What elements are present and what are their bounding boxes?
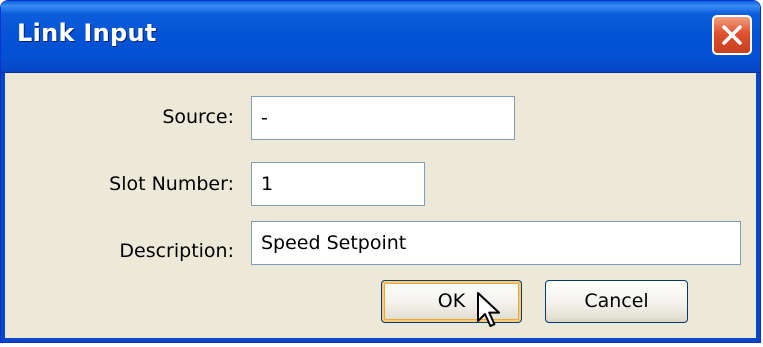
mouse-pointer-icon — [477, 292, 500, 327]
cancel-button[interactable]: Cancel — [545, 280, 688, 323]
slot-number-input[interactable] — [251, 162, 425, 206]
close-button[interactable] — [712, 15, 752, 55]
slot-number-label: Slot Number: — [109, 173, 234, 195]
description-input[interactable] — [251, 221, 741, 265]
title-bar[interactable]: Link Input — [1, 1, 760, 73]
source-input[interactable] — [251, 96, 515, 140]
dialog-title: Link Input — [17, 19, 157, 47]
description-label: Description: — [119, 240, 234, 262]
source-label: Source: — [162, 106, 234, 128]
close-icon — [722, 25, 742, 45]
dialog-body: Source: Slot Number: Description: OK Can… — [1, 73, 760, 342]
link-input-dialog: Link Input Source: Slot Number: Descript… — [0, 0, 761, 343]
